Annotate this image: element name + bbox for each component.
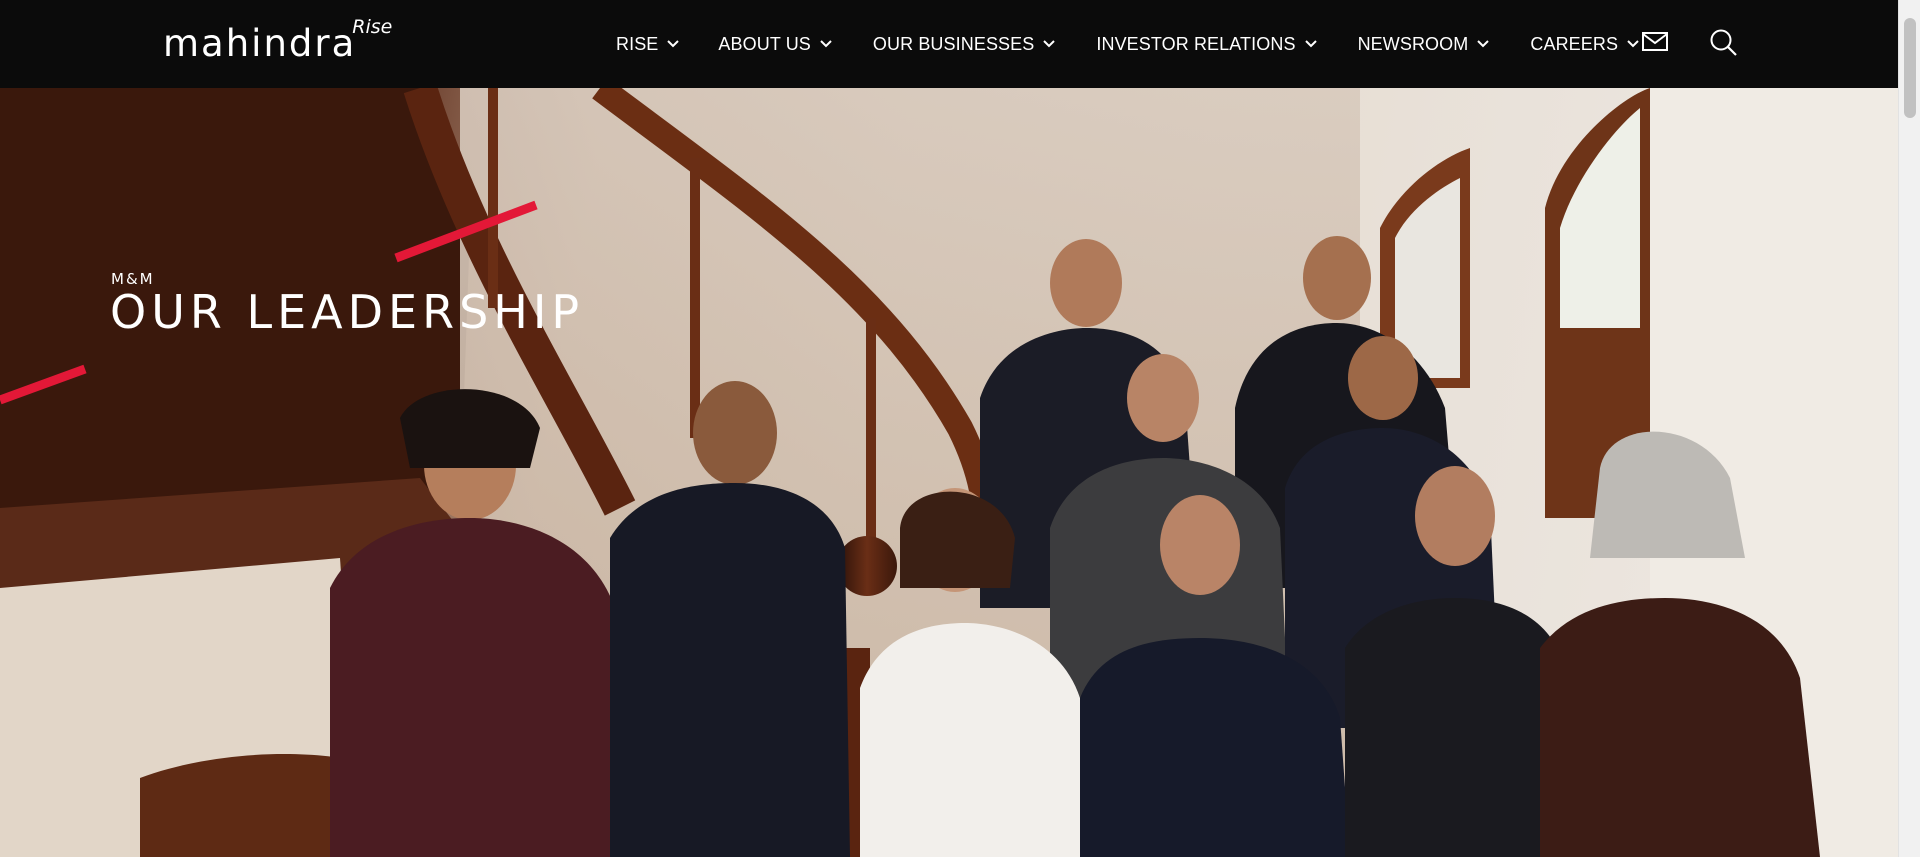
nav-label: NEWSROOM (1357, 33, 1469, 54)
nav-item-careers[interactable]: CAREERS (1530, 34, 1640, 55)
chevron-down-icon (667, 40, 680, 48)
mail-icon[interactable] (1641, 28, 1669, 56)
nav-item-rise[interactable]: RISE (616, 34, 680, 55)
logo-rise-mark: Rise (352, 16, 393, 38)
nav-item-our-businesses[interactable]: OUR BUSINESSES (873, 34, 1056, 55)
leadership-group-photo (0, 88, 1898, 857)
nav-label: CAREERS (1530, 33, 1619, 54)
nav-label: ABOUT US (718, 33, 811, 54)
page-title: OUR LEADERSHIP (110, 285, 585, 339)
chevron-down-icon (1627, 40, 1639, 48)
site-header: mahindra Rise RISE ABOUT US OUR BUSINESS… (0, 0, 1898, 88)
chevron-down-icon (1477, 40, 1490, 48)
hero-banner: M&M OUR LEADERSHIP (0, 88, 1898, 857)
chevron-down-icon (1043, 40, 1056, 48)
nav-item-about-us[interactable]: ABOUT US (718, 34, 833, 55)
nav-label: OUR BUSINESSES (872, 33, 1035, 54)
mahindra-rise-logo[interactable]: mahindra Rise (163, 14, 392, 74)
nav-label: RISE (616, 33, 659, 54)
nav-item-investor-relations[interactable]: INVESTOR RELATIONS (1096, 34, 1317, 55)
chevron-down-icon (820, 40, 832, 48)
scrollbar-thumb[interactable] (1904, 18, 1916, 118)
nav-item-newsroom[interactable]: NEWSROOM (1358, 34, 1491, 55)
main-nav: RISE ABOUT US OUR BUSINESSES INVESTOR RE… (616, 0, 1680, 88)
search-icon[interactable] (1709, 28, 1739, 58)
page-scrollbar[interactable] (1898, 0, 1920, 857)
logo-wordmark: mahindra (163, 22, 357, 65)
nav-label: INVESTOR RELATIONS (1096, 33, 1296, 54)
chevron-down-icon (1304, 40, 1317, 48)
